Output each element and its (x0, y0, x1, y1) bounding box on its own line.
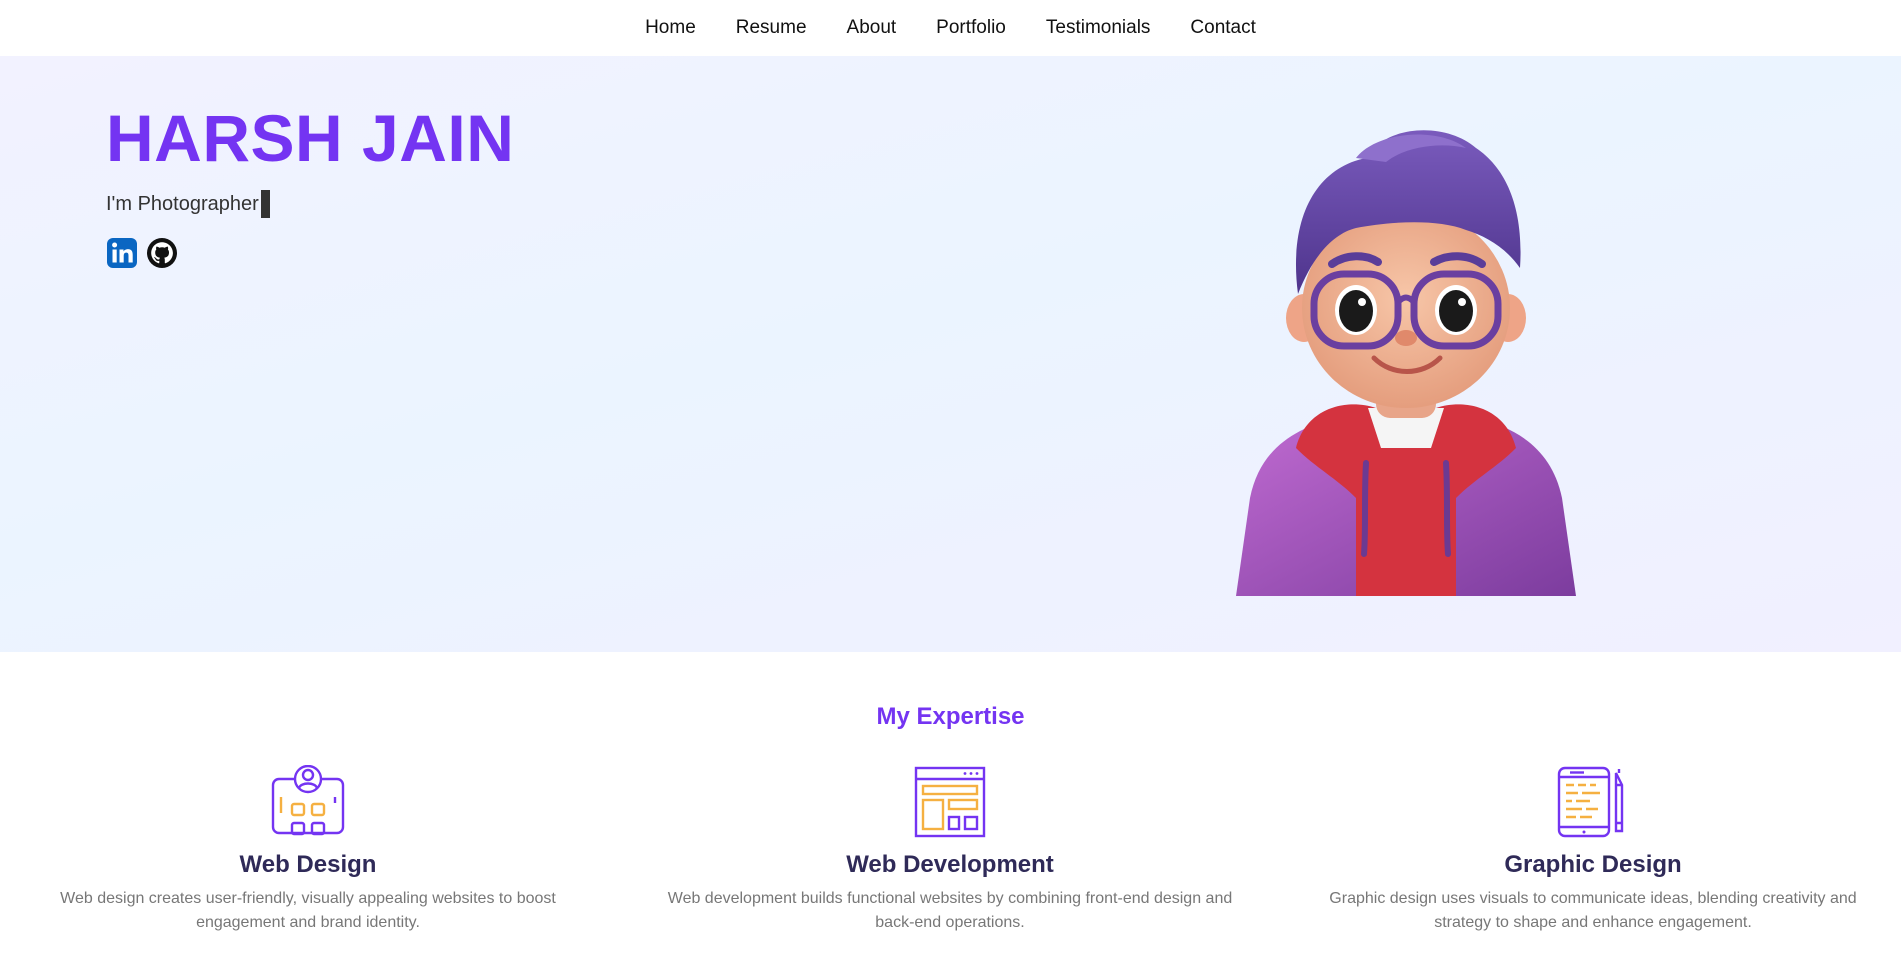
avatar-illustration (1236, 130, 1576, 596)
expertise-card-web-development: Web Development Web development builds f… (660, 765, 1240, 935)
card-title: Graphic Design (1504, 851, 1682, 878)
top-navbar: Home Resume About Portfolio Testimonials… (0, 0, 1901, 56)
hero-role-text: I'm Photographer (106, 192, 259, 215)
linkedin-icon (107, 238, 137, 268)
nav-item-home[interactable]: Home (625, 17, 716, 39)
nav-item-resume[interactable]: Resume (716, 17, 827, 39)
expertise-card-web-design: Web Design Web design creates user-frien… (38, 765, 578, 935)
linkedin-link[interactable] (106, 237, 138, 269)
hero-role-line: I'm Photographer (106, 190, 270, 218)
hero-section: HARSH JAIN I'm Photographer (0, 56, 1901, 652)
card-description: Web design creates user-friendly, visual… (60, 890, 556, 931)
nav-item-about[interactable]: About (827, 17, 917, 39)
nav-item-testimonials[interactable]: Testimonials (1026, 17, 1171, 39)
social-links (106, 237, 178, 269)
github-link[interactable] (146, 237, 178, 269)
nav-list: Home Resume About Portfolio Testimonials… (0, 0, 1901, 56)
typing-cursor (260, 190, 270, 218)
expertise-title: My Expertise (876, 703, 1025, 730)
nav-item-contact[interactable]: Contact (1170, 17, 1275, 39)
nav-item-portfolio[interactable]: Portfolio (916, 17, 1026, 39)
expertise-card-graphic-design: Graphic Design Graphic design uses visua… (1313, 765, 1873, 935)
card-description: Graphic design uses visuals to communica… (1329, 890, 1857, 931)
github-icon (147, 238, 177, 268)
web-design-icon (271, 765, 345, 836)
hero-name: HARSH JAIN (106, 101, 515, 175)
graphic-design-icon (1557, 766, 1624, 838)
card-title: Web Design (239, 851, 377, 878)
card-description: Web development builds functional websit… (667, 890, 1233, 931)
web-development-icon (914, 766, 986, 838)
card-title: Web Development (846, 851, 1054, 878)
